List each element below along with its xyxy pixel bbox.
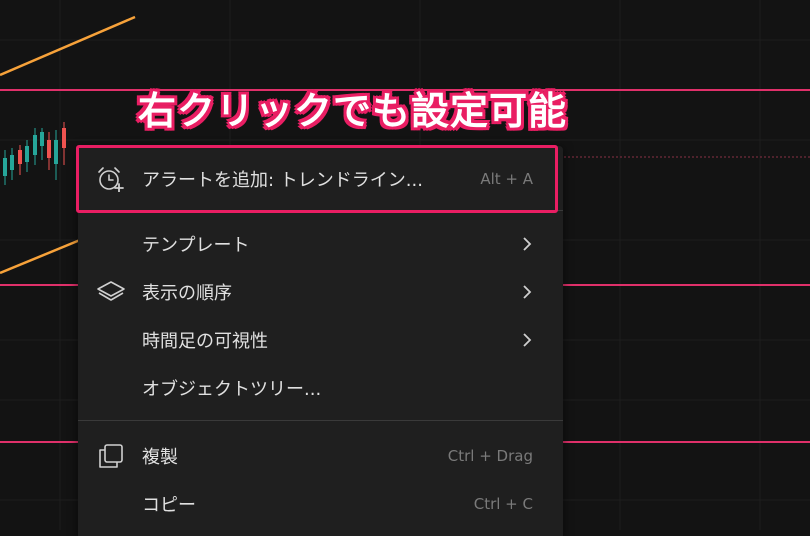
- menu-item-display-order[interactable]: 表示の順序: [78, 269, 563, 315]
- menu-item-shortcut: Ctrl + Drag: [447, 447, 533, 465]
- highlight-box: [76, 145, 558, 213]
- chevron-right-icon: [521, 330, 533, 350]
- menu-item-label: オブジェクトツリー...: [142, 379, 322, 400]
- layers-icon: [96, 279, 126, 305]
- menu-item-label: 複製: [142, 447, 178, 468]
- candlesticks: [3, 122, 66, 185]
- menu-item-label: 表示の順序: [142, 283, 232, 304]
- menu-item-object-tree[interactable]: オブジェクトツリー...: [78, 365, 563, 411]
- clone-icon: [96, 443, 126, 469]
- menu-item-label: コピー: [142, 495, 196, 516]
- menu-item-timeframe-visibility[interactable]: 時間足の可視性: [78, 317, 563, 363]
- menu-item-template[interactable]: テンプレート: [78, 221, 563, 267]
- menu-item-shortcut: Ctrl + C: [473, 495, 533, 513]
- menu-separator: [78, 420, 563, 421]
- trend-line-upper[interactable]: [0, 15, 136, 77]
- annotation-text: 右クリックでも設定可能: [138, 89, 568, 133]
- chevron-right-icon: [521, 282, 533, 302]
- trend-line-lower[interactable]: [0, 238, 81, 275]
- menu-item-label: テンプレート: [142, 235, 250, 256]
- menu-item-clone[interactable]: 複製 Ctrl + Drag: [78, 433, 563, 479]
- menu-item-copy[interactable]: コピー Ctrl + C: [78, 481, 563, 527]
- menu-item-label: 時間足の可視性: [142, 331, 268, 352]
- chevron-right-icon: [521, 234, 533, 254]
